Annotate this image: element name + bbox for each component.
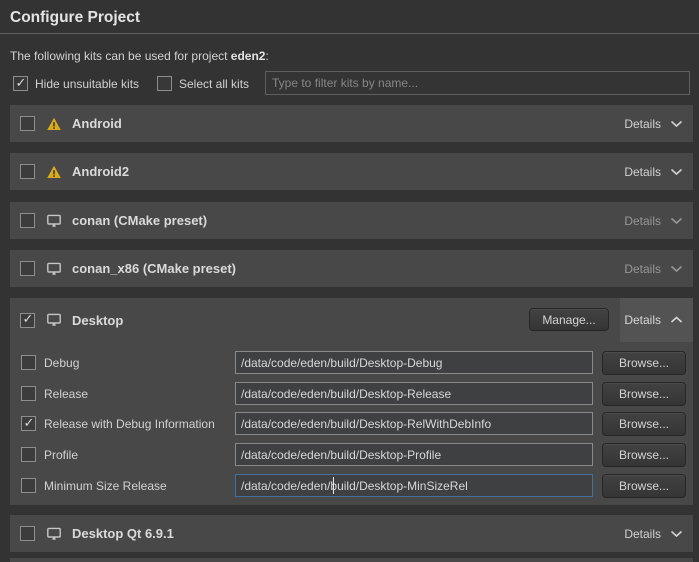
kit-checkbox[interactable] [20,313,35,328]
details-toggle[interactable]: Details [624,202,693,239]
kit-checkbox[interactable] [20,526,35,541]
kit-name: conan (CMake preset) [72,213,207,228]
details-toggle[interactable]: Details [624,250,693,287]
details-label: Details [624,313,661,327]
kit-filter-input[interactable] [265,71,690,95]
details-label: Details [624,214,661,228]
chevron-down-icon [670,217,683,225]
title-separator [0,33,699,34]
desktop-monitor-icon [46,312,62,328]
desktop-monitor-icon [46,261,62,277]
browse-button[interactable]: Browse... [602,412,686,436]
build-config-row-release: Release Browse... [10,382,693,405]
desktop-monitor-icon [46,213,62,229]
details-toggle[interactable]: Details [624,153,693,190]
kit-row-conan[interactable]: conan (CMake preset) Details [10,202,693,239]
browse-button[interactable]: Browse... [602,474,686,498]
kit-panel-desktop: Desktop Manage... Details Debug Browse..… [10,298,693,505]
kit-checkbox[interactable] [20,116,35,131]
kit-name: Desktop Qt 6.9.1 [72,526,174,541]
build-config-row-minsizerel: Minimum Size Release Browse... [10,474,693,497]
kit-checkbox[interactable] [20,261,35,276]
build-dir-input-profile[interactable] [235,443,593,466]
chevron-down-icon [670,530,683,538]
details-label: Details [624,165,661,179]
build-dir-input-minsizerel[interactable] [235,474,593,497]
config-label: Minimum Size Release [44,479,167,493]
kit-name: Android2 [72,164,129,179]
desktop-monitor-icon [46,526,62,542]
build-config-row-profile: Profile Browse... [10,443,693,466]
text-cursor [333,477,334,494]
details-label: Details [624,527,661,541]
kits-description-suffix: : [265,49,268,63]
kits-description-prefix: The following kits can be used for proje… [10,49,231,63]
configure-project-page: Configure Project The following kits can… [0,0,699,562]
chevron-down-icon [670,168,683,176]
kit-checkbox[interactable] [20,164,35,179]
chevron-down-icon [670,265,683,273]
warning-icon [46,164,62,180]
details-toggle[interactable]: Details [624,105,693,142]
build-dir-input-release[interactable] [235,382,593,405]
build-dir-input-debug[interactable] [235,351,593,374]
hide-unsuitable-kits-label: Hide unsuitable kits [35,77,139,91]
manage-kits-button[interactable]: Manage... [529,308,609,331]
kit-row-android[interactable]: Android Details [10,105,693,142]
config-label: Release with Debug Information [44,417,215,431]
config-checkbox[interactable] [21,386,36,401]
kit-row-conan-x86[interactable]: conan_x86 (CMake preset) Details [10,250,693,287]
checkbox-icon[interactable] [157,76,172,91]
details-label: Details [624,117,661,131]
details-label: Details [624,262,661,276]
chevron-up-icon [670,316,683,324]
config-checkbox[interactable] [21,416,36,431]
config-checkbox[interactable] [21,478,36,493]
kit-name: Android [72,116,122,131]
kits-description: The following kits can be used for proje… [10,49,269,63]
details-toggle[interactable]: Details [624,515,693,552]
hide-unsuitable-kits-checkbox[interactable]: Hide unsuitable kits [13,76,139,91]
select-all-kits-checkbox[interactable]: Select all kits [157,76,249,91]
partial-kit-row [10,558,693,562]
warning-icon [46,116,62,132]
checkbox-icon[interactable] [13,76,28,91]
build-config-row-relwithdebinfo: Release with Debug Information Browse... [10,412,693,435]
kit-checkbox[interactable] [20,213,35,228]
select-all-kits-label: Select all kits [179,77,249,91]
kit-row-desktop-qt[interactable]: Desktop Qt 6.9.1 Details [10,515,693,552]
kit-name: conan_x86 (CMake preset) [72,261,236,276]
config-label: Profile [44,448,78,462]
kit-row-android2[interactable]: Android2 Details [10,153,693,190]
config-checkbox[interactable] [21,355,36,370]
config-label: Release [44,387,88,401]
config-label: Debug [44,356,79,370]
build-dir-input-relwithdebinfo[interactable] [235,412,593,435]
kit-row-desktop[interactable]: Desktop Manage... Details [10,298,693,342]
browse-button[interactable]: Browse... [602,382,686,406]
details-toggle-expanded[interactable]: Details [620,298,693,342]
config-checkbox[interactable] [21,447,36,462]
project-name: eden2 [231,49,266,63]
build-config-row-debug: Debug Browse... [10,351,693,374]
page-title: Configure Project [10,9,140,27]
browse-button[interactable]: Browse... [602,351,686,375]
chevron-down-icon [670,120,683,128]
browse-button[interactable]: Browse... [602,443,686,467]
kit-name: Desktop [72,313,123,328]
